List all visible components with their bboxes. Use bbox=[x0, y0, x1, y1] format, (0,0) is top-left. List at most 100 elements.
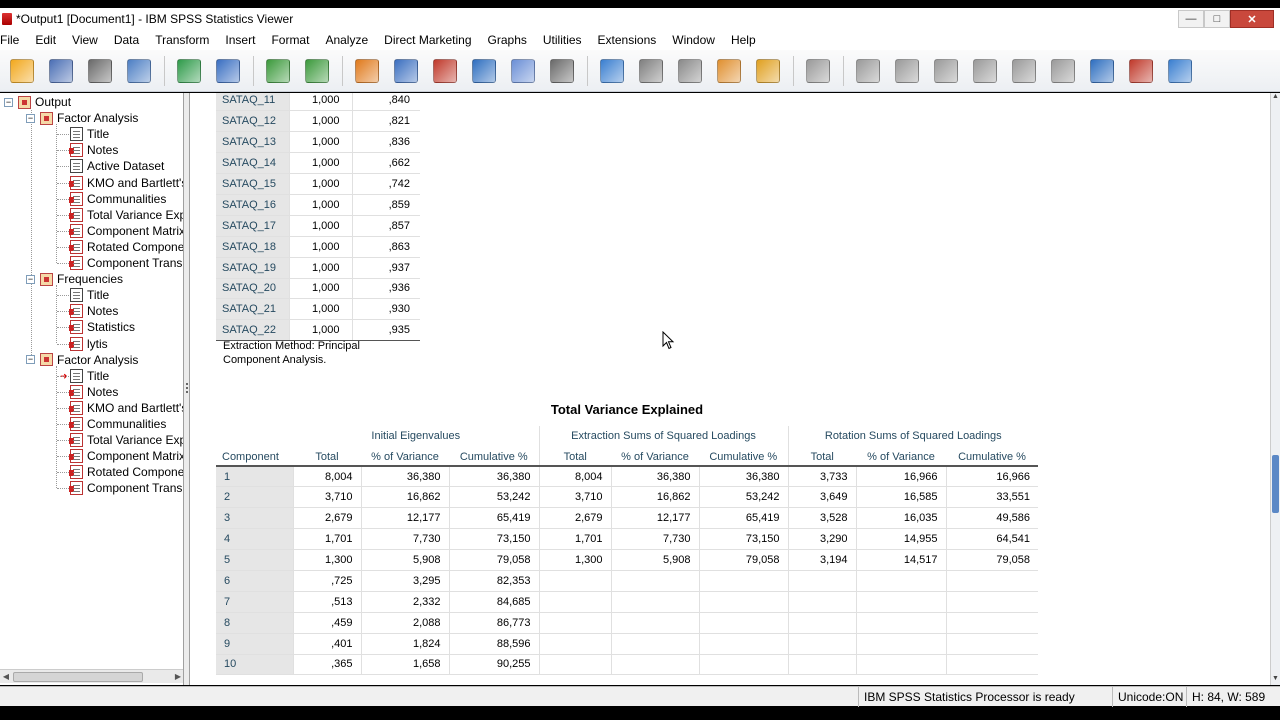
table-cell: 36,380 bbox=[698, 466, 788, 488]
split-file-button[interactable] bbox=[1125, 55, 1157, 87]
outline-item[interactable]: lytis bbox=[69, 336, 108, 352]
table-row: 2 3,710 16,862 53,242 3,710 16,862 53,242 3,649… bbox=[216, 486, 1038, 509]
outline-item[interactable]: Communalities bbox=[69, 416, 166, 432]
outline-item-label: Rotated Compone bbox=[87, 239, 184, 254]
print-preview-button[interactable] bbox=[123, 55, 155, 87]
scrollbar-thumb[interactable] bbox=[13, 672, 143, 682]
save-button[interactable] bbox=[45, 55, 77, 87]
print-button[interactable] bbox=[84, 55, 116, 87]
outline-item[interactable]: Notes bbox=[69, 384, 118, 400]
hide-button[interactable] bbox=[1047, 55, 1079, 87]
outline-item[interactable]: Component Matrix bbox=[69, 223, 183, 239]
outline-item[interactable]: Notes bbox=[69, 303, 118, 319]
insert-heading-button[interactable] bbox=[674, 55, 706, 87]
show-button[interactable] bbox=[1008, 55, 1040, 87]
outline-item[interactable]: Total Variance Exp bbox=[69, 432, 183, 448]
scroll-left-icon[interactable]: ◀ bbox=[0, 671, 12, 683]
mouse-cursor-icon bbox=[662, 331, 675, 350]
column-header: Cumulative % bbox=[449, 446, 539, 467]
goto-data-button[interactable] bbox=[351, 55, 383, 87]
outline-item[interactable]: KMO and Bartlett's bbox=[69, 400, 183, 416]
redo-button[interactable] bbox=[301, 55, 333, 87]
menu-window[interactable]: Window bbox=[664, 30, 723, 50]
table-cell bbox=[855, 633, 946, 655]
communalities-table[interactable]: SATAQ_11 1,000,840 SATAQ_12 1,000,821 SATAQ_… bbox=[216, 93, 420, 342]
open-button[interactable] bbox=[6, 55, 38, 87]
outline-item[interactable]: Communalities bbox=[69, 191, 166, 207]
menu-format[interactable]: Format bbox=[263, 30, 317, 50]
menu-transform[interactable]: Transform bbox=[147, 30, 217, 50]
outline-item[interactable]: Component Trans bbox=[69, 480, 182, 496]
menu-insert[interactable]: Insert bbox=[217, 30, 263, 50]
variables-button[interactable] bbox=[468, 55, 500, 87]
outline-horizontal-scrollbar[interactable]: ◀ ▶ bbox=[0, 669, 183, 683]
menu-edit[interactable]: Edit bbox=[27, 30, 64, 50]
outline-item[interactable]: Rotated Compone bbox=[69, 239, 184, 255]
outline-item[interactable]: Component Matrix bbox=[69, 448, 184, 464]
collapse-toggle-icon[interactable]: − bbox=[26, 113, 35, 123]
outline-group[interactable]: − Frequencies bbox=[26, 271, 123, 287]
scroll-right-icon[interactable]: ▶ bbox=[172, 671, 183, 683]
outline-item-label: Component Matrix bbox=[87, 449, 184, 464]
menu-help[interactable]: Help bbox=[723, 30, 764, 50]
menu-graphs[interactable]: Graphs bbox=[480, 30, 535, 50]
outline-pane[interactable]: ◀ ▶ − Output − Factor Analysis Title Notes Act… bbox=[0, 93, 184, 685]
designate-window-button[interactable] bbox=[1086, 55, 1118, 87]
maximize-button[interactable]: □ bbox=[1204, 10, 1230, 28]
outline-group[interactable]: − Factor Analysis bbox=[26, 110, 138, 126]
outline-group[interactable]: − Factor Analysis bbox=[26, 352, 138, 368]
demote-button[interactable] bbox=[891, 55, 923, 87]
tree-connector bbox=[57, 150, 69, 152]
window-list-button[interactable] bbox=[1164, 55, 1196, 87]
outline-item[interactable]: Title bbox=[70, 126, 109, 142]
menu-direct-marketing[interactable]: Direct Marketing bbox=[376, 30, 479, 50]
close-button[interactable]: ✕ bbox=[1230, 10, 1274, 28]
scroll-down-icon[interactable]: ▼ bbox=[1271, 675, 1280, 685]
collapse-toggle-icon[interactable]: − bbox=[26, 274, 35, 284]
collapse-toggle-icon[interactable]: − bbox=[26, 355, 35, 365]
undo-button[interactable] bbox=[262, 55, 294, 87]
total-variance-table[interactable]: Initial Eigenvalues Extraction Sums of Sq… bbox=[216, 426, 1038, 676]
outline-item[interactable]: ➜ Title bbox=[60, 368, 109, 384]
use-sets-button[interactable] bbox=[507, 55, 539, 87]
expand-button[interactable] bbox=[930, 55, 962, 87]
scroll-up-icon[interactable]: ▲ bbox=[1271, 93, 1280, 103]
goto-variable-button[interactable] bbox=[429, 55, 461, 87]
output-content-pane[interactable]: SATAQ_11 1,000,840 SATAQ_12 1,000,821 SATAQ_… bbox=[190, 93, 1270, 685]
collapse-button[interactable] bbox=[969, 55, 1001, 87]
table-row: 9,401 1,824 88,596 bbox=[216, 633, 1038, 655]
insert-image-button[interactable] bbox=[802, 55, 834, 87]
promote-button[interactable] bbox=[852, 55, 884, 87]
collapse-toggle-icon[interactable]: − bbox=[4, 97, 13, 107]
outline-item[interactable]: Title bbox=[70, 287, 109, 303]
outline-item[interactable]: Active Dataset bbox=[70, 158, 164, 174]
menu-utilities[interactable]: Utilities bbox=[535, 30, 590, 50]
menu-file[interactable]: File bbox=[0, 30, 27, 50]
outline-item[interactable]: Component Trans bbox=[69, 255, 182, 271]
menu-analyze[interactable]: Analyze bbox=[317, 30, 376, 50]
menu-data[interactable]: Data bbox=[106, 30, 147, 50]
outline-root[interactable]: − Output bbox=[4, 94, 71, 110]
insert-text-button[interactable] bbox=[752, 55, 784, 87]
menu-view[interactable]: View bbox=[64, 30, 106, 50]
insert-title-button[interactable] bbox=[713, 55, 745, 87]
open-icon bbox=[10, 58, 34, 83]
outline-item[interactable]: KMO and Bartlett's bbox=[69, 175, 183, 191]
minimize-button[interactable]: — bbox=[1178, 10, 1204, 28]
recall-dialog-button[interactable] bbox=[212, 55, 244, 87]
table-doc-icon bbox=[69, 191, 83, 206]
export-button[interactable] bbox=[173, 55, 205, 87]
scrollbar-thumb[interactable] bbox=[1272, 455, 1279, 513]
outline-item[interactable]: Total Variance Exp bbox=[69, 207, 183, 223]
table-doc-icon bbox=[69, 223, 83, 238]
outline-item[interactable]: Notes bbox=[69, 142, 118, 158]
content-vertical-scrollbar[interactable]: ▲ ▼ bbox=[1270, 93, 1280, 685]
outline-item[interactable]: Statistics bbox=[69, 319, 135, 335]
goto-case-button[interactable] bbox=[390, 55, 422, 87]
spelling-button[interactable] bbox=[635, 55, 667, 87]
show-all-button[interactable] bbox=[546, 55, 578, 87]
select-cases-button[interactable] bbox=[596, 55, 628, 87]
menu-extensions[interactable]: Extensions bbox=[590, 30, 665, 50]
book-icon bbox=[40, 272, 53, 286]
outline-item[interactable]: Rotated Compone bbox=[69, 464, 183, 480]
